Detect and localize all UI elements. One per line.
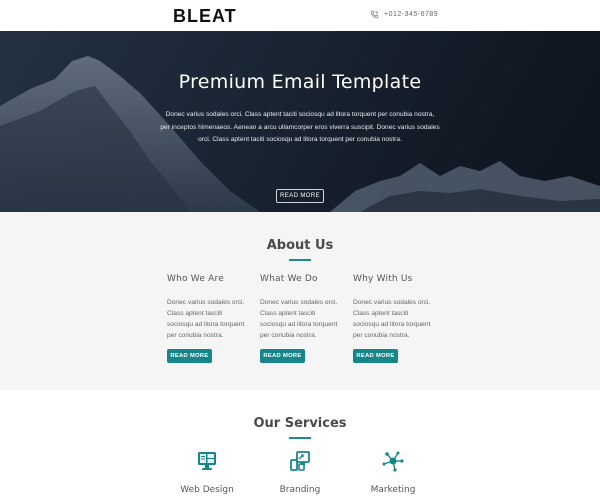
- about-title: About Us: [266, 238, 334, 253]
- network-icon: [382, 451, 404, 472]
- service-marketing[interactable]: Marketing: [353, 450, 433, 495]
- column-heading: Why With Us: [353, 274, 413, 284]
- why-with-us-read-more-button[interactable]: READ MORE: [353, 349, 398, 363]
- logo[interactable]: BLEAT: [173, 6, 237, 27]
- column-text: Donec varius sodales orci. Class aptent …: [353, 299, 431, 339]
- top-bar: BLEAT +012-345-6789: [0, 0, 600, 31]
- hero-banner: Premium Email Template Donec varius soda…: [0, 31, 600, 212]
- what-we-do-read-more-button[interactable]: READ MORE: [260, 349, 305, 363]
- services-section: Our Services Web Design Branding Marketi…: [0, 390, 600, 500]
- devices-icon: [290, 451, 310, 471]
- monitor-icon: [198, 452, 216, 470]
- about-column-what-we-do: What We Do Donec varius sodales orci. Cl…: [260, 274, 340, 363]
- service-label: Marketing: [370, 485, 416, 495]
- hero-description: Donec varius sodales orci. Class aptent …: [160, 111, 440, 143]
- service-label: Web Design: [180, 485, 234, 495]
- column-text: Donec varius sodales orci. Class aptent …: [167, 299, 245, 339]
- phone-contact[interactable]: +012-345-6789: [370, 10, 438, 19]
- service-label: Branding: [279, 485, 321, 495]
- services-title: Our Services: [253, 416, 347, 431]
- hero-title: Premium Email Template: [178, 71, 422, 93]
- service-branding[interactable]: Branding: [260, 450, 340, 495]
- column-text: Donec varius sodales orci. Class aptent …: [260, 299, 338, 339]
- hero-read-more-button[interactable]: READ MORE: [276, 189, 324, 203]
- about-section: About Us Who We Are Donec varius sodales…: [0, 212, 600, 390]
- column-heading: What We Do: [260, 274, 318, 284]
- about-title-underline: [289, 259, 311, 261]
- about-column-why-with-us: Why With Us Donec varius sodales orci. C…: [353, 274, 433, 363]
- column-heading: Who We Are: [167, 274, 224, 284]
- phone-number: +012-345-6789: [384, 11, 439, 18]
- phone-icon: [370, 10, 379, 19]
- about-column-who-we-are: Who We Are Donec varius sodales orci. Cl…: [167, 274, 247, 363]
- who-we-are-read-more-button[interactable]: READ MORE: [167, 349, 212, 363]
- services-title-underline: [289, 437, 311, 439]
- service-web-design[interactable]: Web Design: [167, 450, 247, 495]
